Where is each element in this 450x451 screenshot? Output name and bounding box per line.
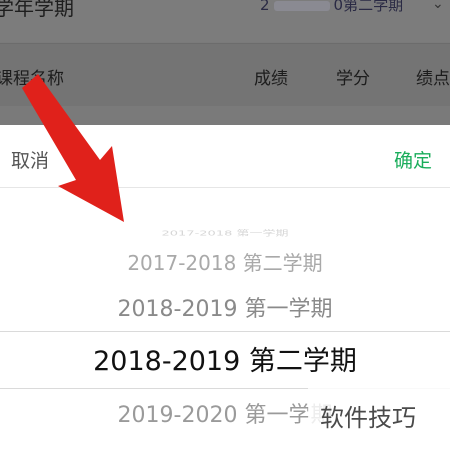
picker-option[interactable]: 2017-2018 第一学期 <box>0 227 450 237</box>
selection-line-top <box>0 331 450 332</box>
term-selector-value: 0第二学期 <box>333 0 404 14</box>
column-course-name: 课程名称 <box>0 69 64 89</box>
picker-toolbar: 取消 确定 <box>0 125 450 188</box>
column-score: 成绩 <box>254 69 288 89</box>
page-header: 学年学期 2 0第二学期 ⌄ <box>0 0 450 42</box>
table-header: 课程名称 成绩 学分 绩点 <box>0 43 450 106</box>
cancel-button[interactable]: 取消 <box>11 146 49 173</box>
term-selector-prefix: 2 <box>260 0 270 14</box>
term-selector[interactable]: 2 0第二学期 <box>260 0 403 15</box>
blurred-text <box>273 0 330 11</box>
picker-option-selected[interactable]: 2018-2019 第二学期 <box>0 339 450 378</box>
picker-option[interactable]: 2018-2019 第一学期 <box>0 291 450 323</box>
confirm-button[interactable]: 确定 <box>394 146 432 173</box>
picker-option[interactable]: 2017-2018 第二学期 <box>0 247 450 276</box>
column-credit: 学分 <box>336 69 370 89</box>
column-gpa: 绩点 <box>416 69 450 89</box>
chevron-down-icon[interactable]: ⌄ <box>432 0 444 12</box>
page-title: 学年学期 <box>0 0 74 20</box>
watermark-text: 软件技巧 <box>320 404 416 432</box>
background-page: 学年学期 2 0第二学期 ⌄ 课程名称 成绩 学分 绩点 <box>0 0 450 125</box>
